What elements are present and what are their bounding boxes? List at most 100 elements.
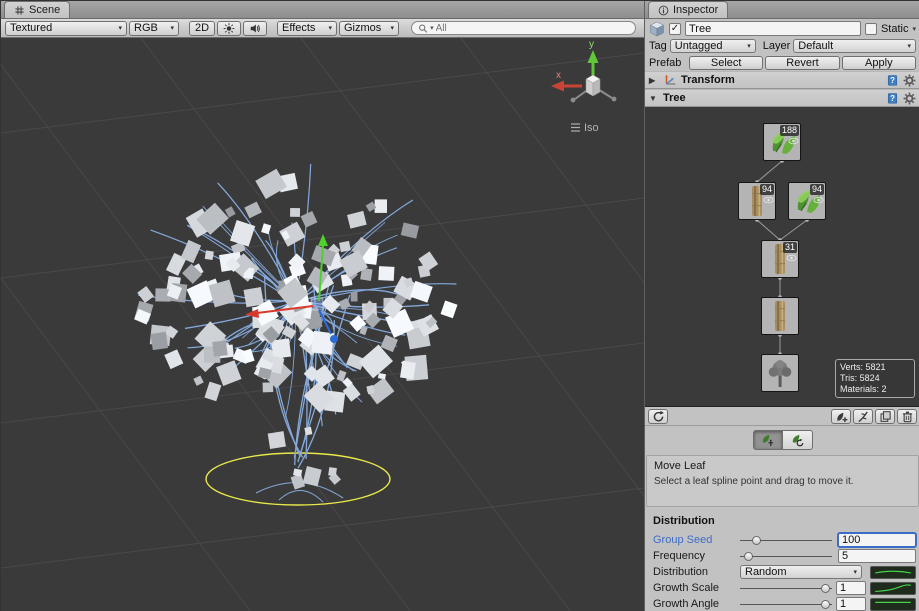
scene-audio-button[interactable] [243, 21, 267, 36]
active-checkbox[interactable]: ✓ [669, 23, 681, 35]
gameobject-cube-icon[interactable] [649, 21, 665, 37]
transform-component-label: Transform [681, 74, 735, 86]
duplicate-group-button[interactable] [875, 409, 895, 424]
add-branch-group-button[interactable] [853, 409, 873, 424]
prefab-select-button[interactable]: Select [689, 56, 763, 70]
tree-component-label: Tree [663, 92, 686, 104]
tag-dropdown[interactable]: Untagged ▾ [670, 39, 756, 53]
trash-icon [901, 410, 914, 423]
scene-search-field[interactable]: ▾ [411, 21, 636, 35]
gizmo-y-arrowhead [318, 234, 328, 246]
gizmos-label: Gizmos [344, 22, 381, 34]
orientation-gizmo[interactable]: x y [551, 39, 616, 102]
scene-lighting-button[interactable] [217, 21, 241, 36]
tree-node-trunk-group[interactable] [761, 297, 799, 335]
tree-node-leaf-group-94[interactable]: 94 [788, 182, 826, 220]
slider-thumb[interactable] [821, 600, 830, 609]
gameobject-name-field[interactable] [685, 21, 861, 36]
distribution-mode-dropdown[interactable]: Random▾ [740, 565, 862, 579]
group-seed-slider[interactable] [740, 534, 832, 546]
layer-dropdown[interactable]: Default▾ [793, 39, 916, 53]
frequency-row: Frequency [653, 548, 916, 564]
tab-scene[interactable]: Scene [4, 1, 70, 18]
static-label: Static [881, 23, 909, 35]
shading-mode-dropdown[interactable]: Textured▾ [5, 21, 127, 36]
static-checkbox[interactable] [865, 23, 877, 35]
scene-tab-label: Scene [29, 4, 60, 16]
tree-component-header[interactable]: ▼ Tree [645, 89, 919, 107]
tree-node-editor[interactable]: 188 94 94 31 [645, 107, 919, 407]
growth-scale-curve-field[interactable] [870, 582, 916, 595]
group-seed-field[interactable] [838, 533, 916, 547]
eye-icon[interactable] [813, 196, 824, 204]
stat-verts: Verts: 5821 [840, 362, 910, 373]
growth-angle-slider[interactable] [740, 598, 832, 610]
slider-thumb[interactable] [744, 552, 753, 561]
static-dropdown-icon[interactable]: ▾ [912, 25, 916, 33]
render-mode-dropdown[interactable]: RGB▾ [129, 21, 179, 36]
add-leaf-group-button[interactable] [831, 409, 851, 424]
tag-value: Untagged [675, 40, 723, 52]
layer-label: Layer [763, 40, 791, 52]
node-badge: 188 [780, 125, 799, 145]
frequency-label: Frequency [653, 550, 740, 562]
gizmo-center-handle[interactable] [311, 298, 323, 310]
eye-icon[interactable] [788, 137, 799, 145]
eye-icon[interactable] [786, 254, 797, 262]
tree-node-toolbar [645, 407, 919, 426]
projection-toggle[interactable]: Iso [571, 122, 599, 134]
node-count: 31 [783, 242, 797, 253]
frequency-field[interactable] [838, 549, 916, 563]
node-count: 94 [810, 184, 824, 195]
search-filter-chevron-icon[interactable]: ▾ [430, 24, 434, 32]
gear-icon[interactable] [903, 74, 916, 87]
rotate-leaf-tool-button[interactable] [783, 430, 813, 450]
effects-dropdown[interactable]: Effects▾ [277, 21, 337, 36]
slider-thumb[interactable] [821, 584, 830, 593]
growth-angle-row: Growth Angle [653, 596, 916, 611]
tree-stats-overlay: Verts: 5821 Tris: 5824 Materials: 2 [835, 359, 915, 398]
eye-icon[interactable] [763, 196, 774, 204]
tab-inspector[interactable]: Inspector [648, 1, 728, 18]
tree-root-thumbnail [762, 355, 798, 391]
distribution-mode-value: Random [745, 566, 787, 578]
tree-node-branch-group-94[interactable]: 94 [738, 182, 776, 220]
move-leaf-tool-button[interactable] [753, 430, 783, 450]
growth-angle-label: Growth Angle [653, 598, 740, 610]
help-book-icon[interactable] [886, 74, 899, 87]
growth-angle-field[interactable] [836, 597, 866, 611]
chevron-down-icon: ▾ [743, 42, 751, 50]
growth-angle-curve-field[interactable] [870, 598, 916, 611]
add-leaf-icon [835, 410, 848, 423]
frequency-slider[interactable] [740, 550, 832, 562]
tree-node-root[interactable] [761, 354, 799, 392]
iso-icon [571, 124, 580, 131]
duplicate-icon [879, 410, 892, 423]
gizmos-dropdown[interactable]: Gizmos▾ [339, 21, 399, 36]
toggle-2d-button[interactable]: 2D [189, 21, 215, 36]
gear-icon[interactable] [903, 92, 916, 105]
refresh-tree-button[interactable] [648, 409, 668, 424]
growth-scale-field[interactable] [836, 581, 866, 595]
gizmo-x-cone[interactable] [551, 81, 564, 92]
gizmo-y-cone[interactable] [588, 50, 599, 63]
tree-node-leaf-group-188[interactable]: 188 [763, 123, 801, 161]
node-count: 188 [780, 125, 799, 136]
slider-thumb[interactable] [752, 536, 761, 545]
foldout-collapsed-icon[interactable]: ▶ [649, 76, 659, 85]
growth-scale-label: Growth Scale [653, 582, 740, 594]
growth-scale-slider[interactable] [740, 582, 832, 594]
delete-group-button[interactable] [897, 409, 917, 424]
scene-search-input[interactable] [436, 23, 629, 34]
help-book-icon[interactable] [886, 92, 899, 105]
inspector-tabstrip: Inspector [645, 1, 919, 19]
transform-component-header[interactable]: ▶ Transform [645, 71, 919, 89]
distribution-curve-field[interactable] [870, 566, 916, 579]
tag-label: Tag [649, 40, 667, 52]
layer-value: Default [798, 40, 833, 52]
prefab-apply-button[interactable]: Apply [842, 56, 916, 70]
prefab-revert-button[interactable]: Revert [765, 56, 839, 70]
scene-viewport[interactable]: x y Iso [1, 38, 644, 611]
foldout-expanded-icon[interactable]: ▼ [649, 94, 659, 103]
tree-node-branch-group-31[interactable]: 31 [761, 240, 799, 278]
